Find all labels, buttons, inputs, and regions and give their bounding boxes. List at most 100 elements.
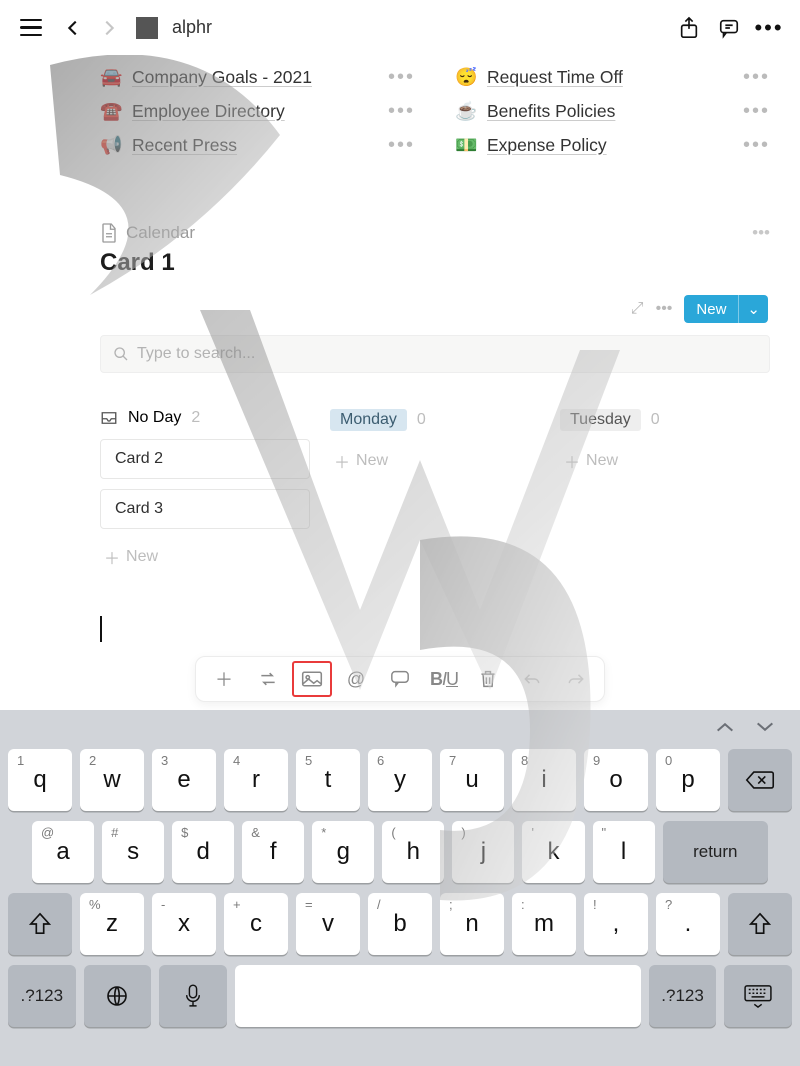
key-c[interactable]: +c [224,893,288,955]
mention-icon[interactable]: @ [336,661,376,697]
more-icon[interactable]: ••• [756,15,782,41]
lane-monday: Monday 0 ＋New [330,409,540,575]
key-t[interactable]: 5t [296,749,360,811]
page-name: alphr [172,17,212,38]
new-button[interactable]: New ⌄ [684,295,768,323]
key-x[interactable]: -x [152,893,216,955]
board-card[interactable]: Card 2 [100,439,310,479]
keyboard-up-icon[interactable] [714,720,736,739]
editor-toolbar: ＋ @ BIU [0,656,800,702]
key-switch-right[interactable]: .?123 [649,965,717,1027]
lane-count: 0 [417,411,426,429]
plus-icon[interactable]: ＋ [204,661,244,697]
link-emoji: ☎️ [100,101,122,122]
text-editor-area[interactable] [100,615,770,655]
key-p[interactable]: 0p [656,749,720,811]
page-link-left-1[interactable]: ☎️ Employee Directory ••• [100,94,415,128]
key-s[interactable]: #s [102,821,164,883]
key-shift[interactable] [728,893,792,955]
add-card-button[interactable]: ＋New [560,443,770,479]
key-d[interactable]: $d [172,821,234,883]
board-card[interactable]: Card 3 [100,489,310,529]
key-space[interactable] [235,965,641,1027]
key-m[interactable]: :m [512,893,576,955]
page-link-left-2[interactable]: 📢 Recent Press ••• [100,128,415,162]
add-card-button[interactable]: ＋New [100,539,310,575]
key-v[interactable]: =v [296,893,360,955]
key-b[interactable]: /b [368,893,432,955]
board-more-icon[interactable]: ••• [656,300,673,318]
key-r[interactable]: 4r [224,749,288,811]
link-emoji: 💵 [455,135,477,156]
page-link-right-0[interactable]: 😴 Request Time Off ••• [455,60,770,94]
key-backspace[interactable] [728,749,792,811]
link-more-icon[interactable]: ••• [388,66,415,89]
key-n[interactable]: ;n [440,893,504,955]
breadcrumb[interactable]: Calendar ••• [100,222,770,244]
key-hide-keyboard[interactable] [724,965,792,1027]
key-.[interactable]: ?. [656,893,720,955]
link-emoji: 🚘 [100,67,122,88]
undo-icon[interactable] [512,661,552,697]
key-e[interactable]: 3e [152,749,216,811]
chevron-down-icon[interactable]: ⌄ [738,295,768,323]
keyboard-down-icon[interactable] [754,720,776,739]
key-j[interactable]: )j [452,821,514,883]
top-bar: alphr ••• [0,0,800,55]
search-placeholder: Type to search... [137,345,255,363]
comment-icon[interactable] [380,661,420,697]
add-card-button[interactable]: ＋New [330,443,540,479]
key-,[interactable]: !, [584,893,648,955]
link-emoji: ☕ [455,101,477,122]
lane-title: No Day [128,409,181,427]
text-format-icon[interactable]: BIU [424,661,464,697]
lane-tuesday: Tuesday 0 ＋New [560,409,770,575]
key-y[interactable]: 6y [368,749,432,811]
link-more-icon[interactable]: ••• [743,134,770,157]
key-h[interactable]: (h [382,821,444,883]
link-label: Benefits Policies [487,101,733,122]
link-more-icon[interactable]: ••• [743,66,770,89]
key-o[interactable]: 9o [584,749,648,811]
page-link-right-1[interactable]: ☕ Benefits Policies ••• [455,94,770,128]
menu-icon[interactable] [18,15,44,41]
key-return[interactable]: return [663,821,769,883]
key-w[interactable]: 2w [80,749,144,811]
redo-icon[interactable] [556,661,596,697]
trash-icon[interactable] [468,661,508,697]
back-arrow-icon[interactable] [60,15,86,41]
link-more-icon[interactable]: ••• [743,100,770,123]
page-icon [136,17,158,39]
key-globe[interactable] [84,965,152,1027]
key-switch-left[interactable]: .?123 [8,965,76,1027]
link-emoji: 📢 [100,135,122,156]
lane-title: Tuesday [560,409,641,431]
link-more-icon[interactable]: ••• [388,134,415,157]
page-link-left-0[interactable]: 🚘 Company Goals - 2021 ••• [100,60,415,94]
key-f[interactable]: &f [242,821,304,883]
link-more-icon[interactable]: ••• [388,100,415,123]
key-a[interactable]: @a [32,821,94,883]
image-icon[interactable] [292,661,332,697]
lane-title: Monday [330,409,407,431]
key-z[interactable]: %z [80,893,144,955]
kanban-board: No Day 2Card 2Card 3＋NewMonday 0＋NewTues… [100,409,770,575]
forward-arrow-icon[interactable] [96,15,122,41]
page-title: Card 1 [100,249,770,277]
on-screen-keyboard: 1q2w3e4r5t6y7u8i9o0p @a#s$d&f*g(h)j'k"lr… [0,710,800,1066]
key-u[interactable]: 7u [440,749,504,811]
expand-icon[interactable]: ⤢ [631,300,644,318]
comments-icon[interactable] [716,15,742,41]
search-input[interactable]: Type to search... [100,335,770,373]
key-l[interactable]: "l [593,821,655,883]
lane-count: 0 [651,411,660,429]
key-mic[interactable] [159,965,227,1027]
key-k[interactable]: 'k [522,821,584,883]
turn-into-icon[interactable] [248,661,288,697]
key-shift[interactable] [8,893,72,955]
key-g[interactable]: *g [312,821,374,883]
share-icon[interactable] [676,15,702,41]
key-q[interactable]: 1q [8,749,72,811]
page-link-right-2[interactable]: 💵 Expense Policy ••• [455,128,770,162]
key-i[interactable]: 8i [512,749,576,811]
